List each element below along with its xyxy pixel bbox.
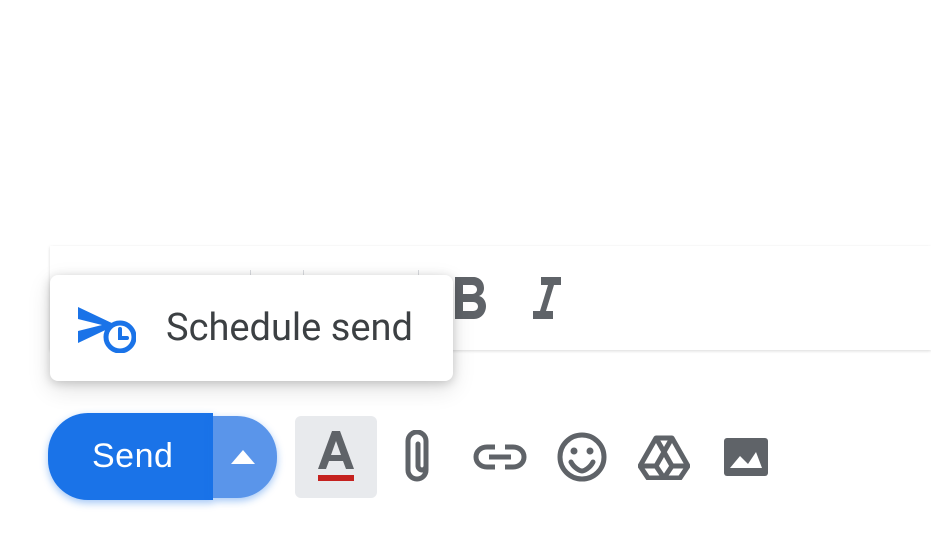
send-more-options-button[interactable] bbox=[213, 416, 277, 498]
send-button[interactable]: Send bbox=[48, 413, 213, 500]
schedule-send-menu-item[interactable]: Schedule send bbox=[50, 275, 453, 381]
caret-up-icon bbox=[231, 450, 255, 464]
schedule-send-label: Schedule send bbox=[166, 306, 413, 350]
insert-emoji-button[interactable] bbox=[541, 416, 623, 498]
schedule-send-icon bbox=[78, 303, 136, 353]
insert-photo-button[interactable] bbox=[705, 416, 787, 498]
compose-toolbar: Send bbox=[48, 413, 787, 500]
drive-icon bbox=[638, 434, 690, 480]
italic-button[interactable] bbox=[515, 277, 577, 319]
text-format-icon bbox=[314, 431, 358, 483]
italic-icon bbox=[531, 277, 561, 319]
formatting-options-button[interactable] bbox=[295, 416, 377, 498]
emoji-icon bbox=[557, 432, 607, 482]
link-icon bbox=[473, 443, 527, 471]
insert-link-button[interactable] bbox=[459, 416, 541, 498]
attach-file-button[interactable] bbox=[377, 416, 459, 498]
bold-icon bbox=[453, 277, 487, 319]
attachment-icon bbox=[403, 430, 433, 484]
image-icon bbox=[722, 436, 770, 478]
insert-drive-button[interactable] bbox=[623, 416, 705, 498]
